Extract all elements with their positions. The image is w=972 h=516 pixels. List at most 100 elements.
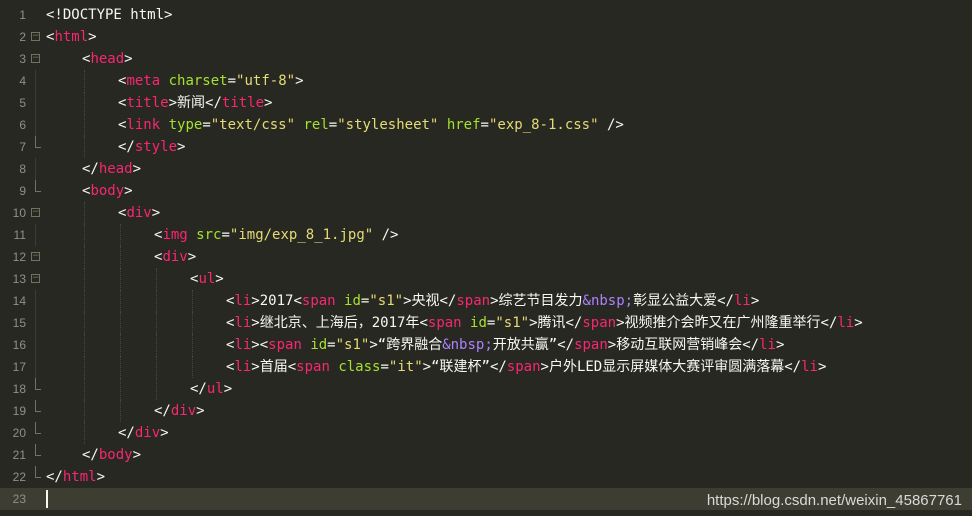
token-text: “联建杯” [431,359,490,375]
token-tag: div [162,249,188,265]
token-tag: span [574,337,608,353]
indent-guide [84,378,85,400]
code-line[interactable]: 13− <ul> [0,268,972,290]
token-punc: </ [489,359,507,375]
code-line[interactable]: 16 <li><span id="s1">“跨界融合&nbsp;开放共赢”</sp… [0,334,972,356]
indent-guide [192,312,193,334]
code-line[interactable]: 18 </ul> [0,378,972,400]
code-text[interactable]: </body> [82,444,141,466]
code-text[interactable]: <li><span id="s1">“跨界融合&nbsp;开放共赢”</span… [226,334,784,356]
code-text[interactable]: <!DOCTYPE html> [46,4,172,26]
code-text[interactable]: </html> [46,466,105,488]
token-attr: href [446,117,481,133]
fold-range-line [35,70,36,92]
token-tag: div [170,403,197,419]
line-number: 20 [12,426,26,440]
code-line[interactable]: 2− <html> [0,26,972,48]
token-attr: id [344,293,361,309]
token-attr: rel [303,117,329,133]
token-tag: body [98,447,133,463]
fold-toggle-icon[interactable]: − [31,208,40,217]
line-number: 3 [19,52,26,66]
code-line[interactable]: 1 <!DOCTYPE html> [0,4,972,26]
token-punc: < [293,293,302,309]
code-line[interactable]: 7 </style> [0,136,972,158]
code-line[interactable]: 11 <img src="img/exp_8_1.jpg" /> [0,224,972,246]
token-punc: </ [46,469,63,485]
indent-guide [120,356,121,378]
code-text[interactable]: <title>新闻</title> [118,92,272,114]
code-line[interactable]: 17 <li>首届<span class="it">“联建杯”</span>户外L… [0,356,972,378]
code-line[interactable]: 14 <li>2017<span id="s1">央视</span>综艺节目发力&… [0,290,972,312]
token-punc: > [817,359,827,375]
code-line[interactable]: 20 </div> [0,422,972,444]
code-line[interactable]: 4 <meta charset="utf-8"> [0,70,972,92]
code-text[interactable]: </style> [118,136,185,158]
indent-guide [84,202,85,224]
indent-guide [120,334,121,356]
token-text: 央视 [411,293,440,309]
code-text[interactable]: <li>2017<span id="s1">央视</span>综艺节目发力&nb… [226,290,759,312]
code-text[interactable]: <li>首届<span class="it">“联建杯”</span>户外LED… [226,356,826,378]
token-punc: > [160,425,169,441]
code-text[interactable]: <link type="text/css" rel="stylesheet" h… [118,114,624,136]
token-punc: </ [784,359,802,375]
code-line[interactable]: 10− <div> [0,202,972,224]
code-text[interactable]: </div> [118,422,169,444]
token-punc: > [151,205,161,221]
code-text[interactable]: </ul> [190,378,232,400]
token-attr: id [470,315,487,331]
code-line[interactable]: 15 <li>继北京、上海后，2017年<span id="s1">腾讯</spa… [0,312,972,334]
code-line[interactable]: 9 <body> [0,180,972,202]
code-line[interactable]: 12− <div> [0,246,972,268]
indent-guide [84,334,85,356]
code-text[interactable]: <head> [82,48,133,70]
token-text: 首届 [259,359,288,375]
token-punc: > [215,271,224,287]
token-punc [438,117,446,133]
line-number: 14 [12,294,26,308]
token-tag: span [456,293,491,309]
code-text[interactable]: <div> [118,202,160,224]
code-text[interactable]: <html> [46,26,97,48]
line-number: 12 [12,250,26,264]
line-number: 1 [19,8,26,22]
token-punc: > [177,139,186,155]
code-line[interactable]: 8 </head> [0,158,972,180]
token-text: 继北京、上海后，2017年 [259,315,420,331]
code-text[interactable]: </head> [82,158,141,180]
code-text[interactable]: <ul> [190,268,224,290]
code-editor[interactable]: 1 <!DOCTYPE html> 2− <html> 3− <head> 4 <meta c… [0,0,972,516]
token-text: 新闻 [177,95,206,111]
fold-toggle-icon[interactable]: − [31,32,40,41]
line-number: 10 [12,206,26,220]
fold-toggle-icon[interactable]: − [31,274,40,283]
code-line[interactable]: 5 <title>新闻</title> [0,92,972,114]
indent-guide [120,400,121,422]
code-line[interactable]: 19 </div> [0,400,972,422]
code-line[interactable]: 21 </body> [0,444,972,466]
fold-toggle-icon[interactable]: − [31,54,40,63]
code-text[interactable]: </div> [154,400,205,422]
token-tag: span [427,315,462,331]
token-punc: </ [742,337,760,353]
indent-guide [156,290,157,312]
code-line[interactable]: 6 <link type="text/css" rel="stylesheet" … [0,114,972,136]
code-text[interactable]: <div> [154,246,196,268]
token-punc: </ [118,425,135,441]
indent-guide [84,114,85,136]
token-tag: span [268,337,302,353]
token-tag: span [506,359,541,375]
code-line[interactable]: 3− <head> [0,48,972,70]
code-text[interactable]: <li>继北京、上海后，2017年<span id="s1">腾讯</span>… [226,312,863,334]
fold-toggle-icon[interactable]: − [31,252,40,261]
code-text[interactable]: <meta charset="utf-8"> [118,70,304,92]
line-number: 5 [19,96,26,110]
token-punc: </ [82,161,99,177]
code-text[interactable]: <body> [82,180,133,202]
token-punc: = [202,117,211,133]
code-text[interactable]: <img src="img/exp_8_1.jpg" /> [154,224,399,246]
token-punc: = [221,227,230,243]
code-line[interactable]: 22 </html> [0,466,972,488]
token-tag: ul [198,271,216,287]
